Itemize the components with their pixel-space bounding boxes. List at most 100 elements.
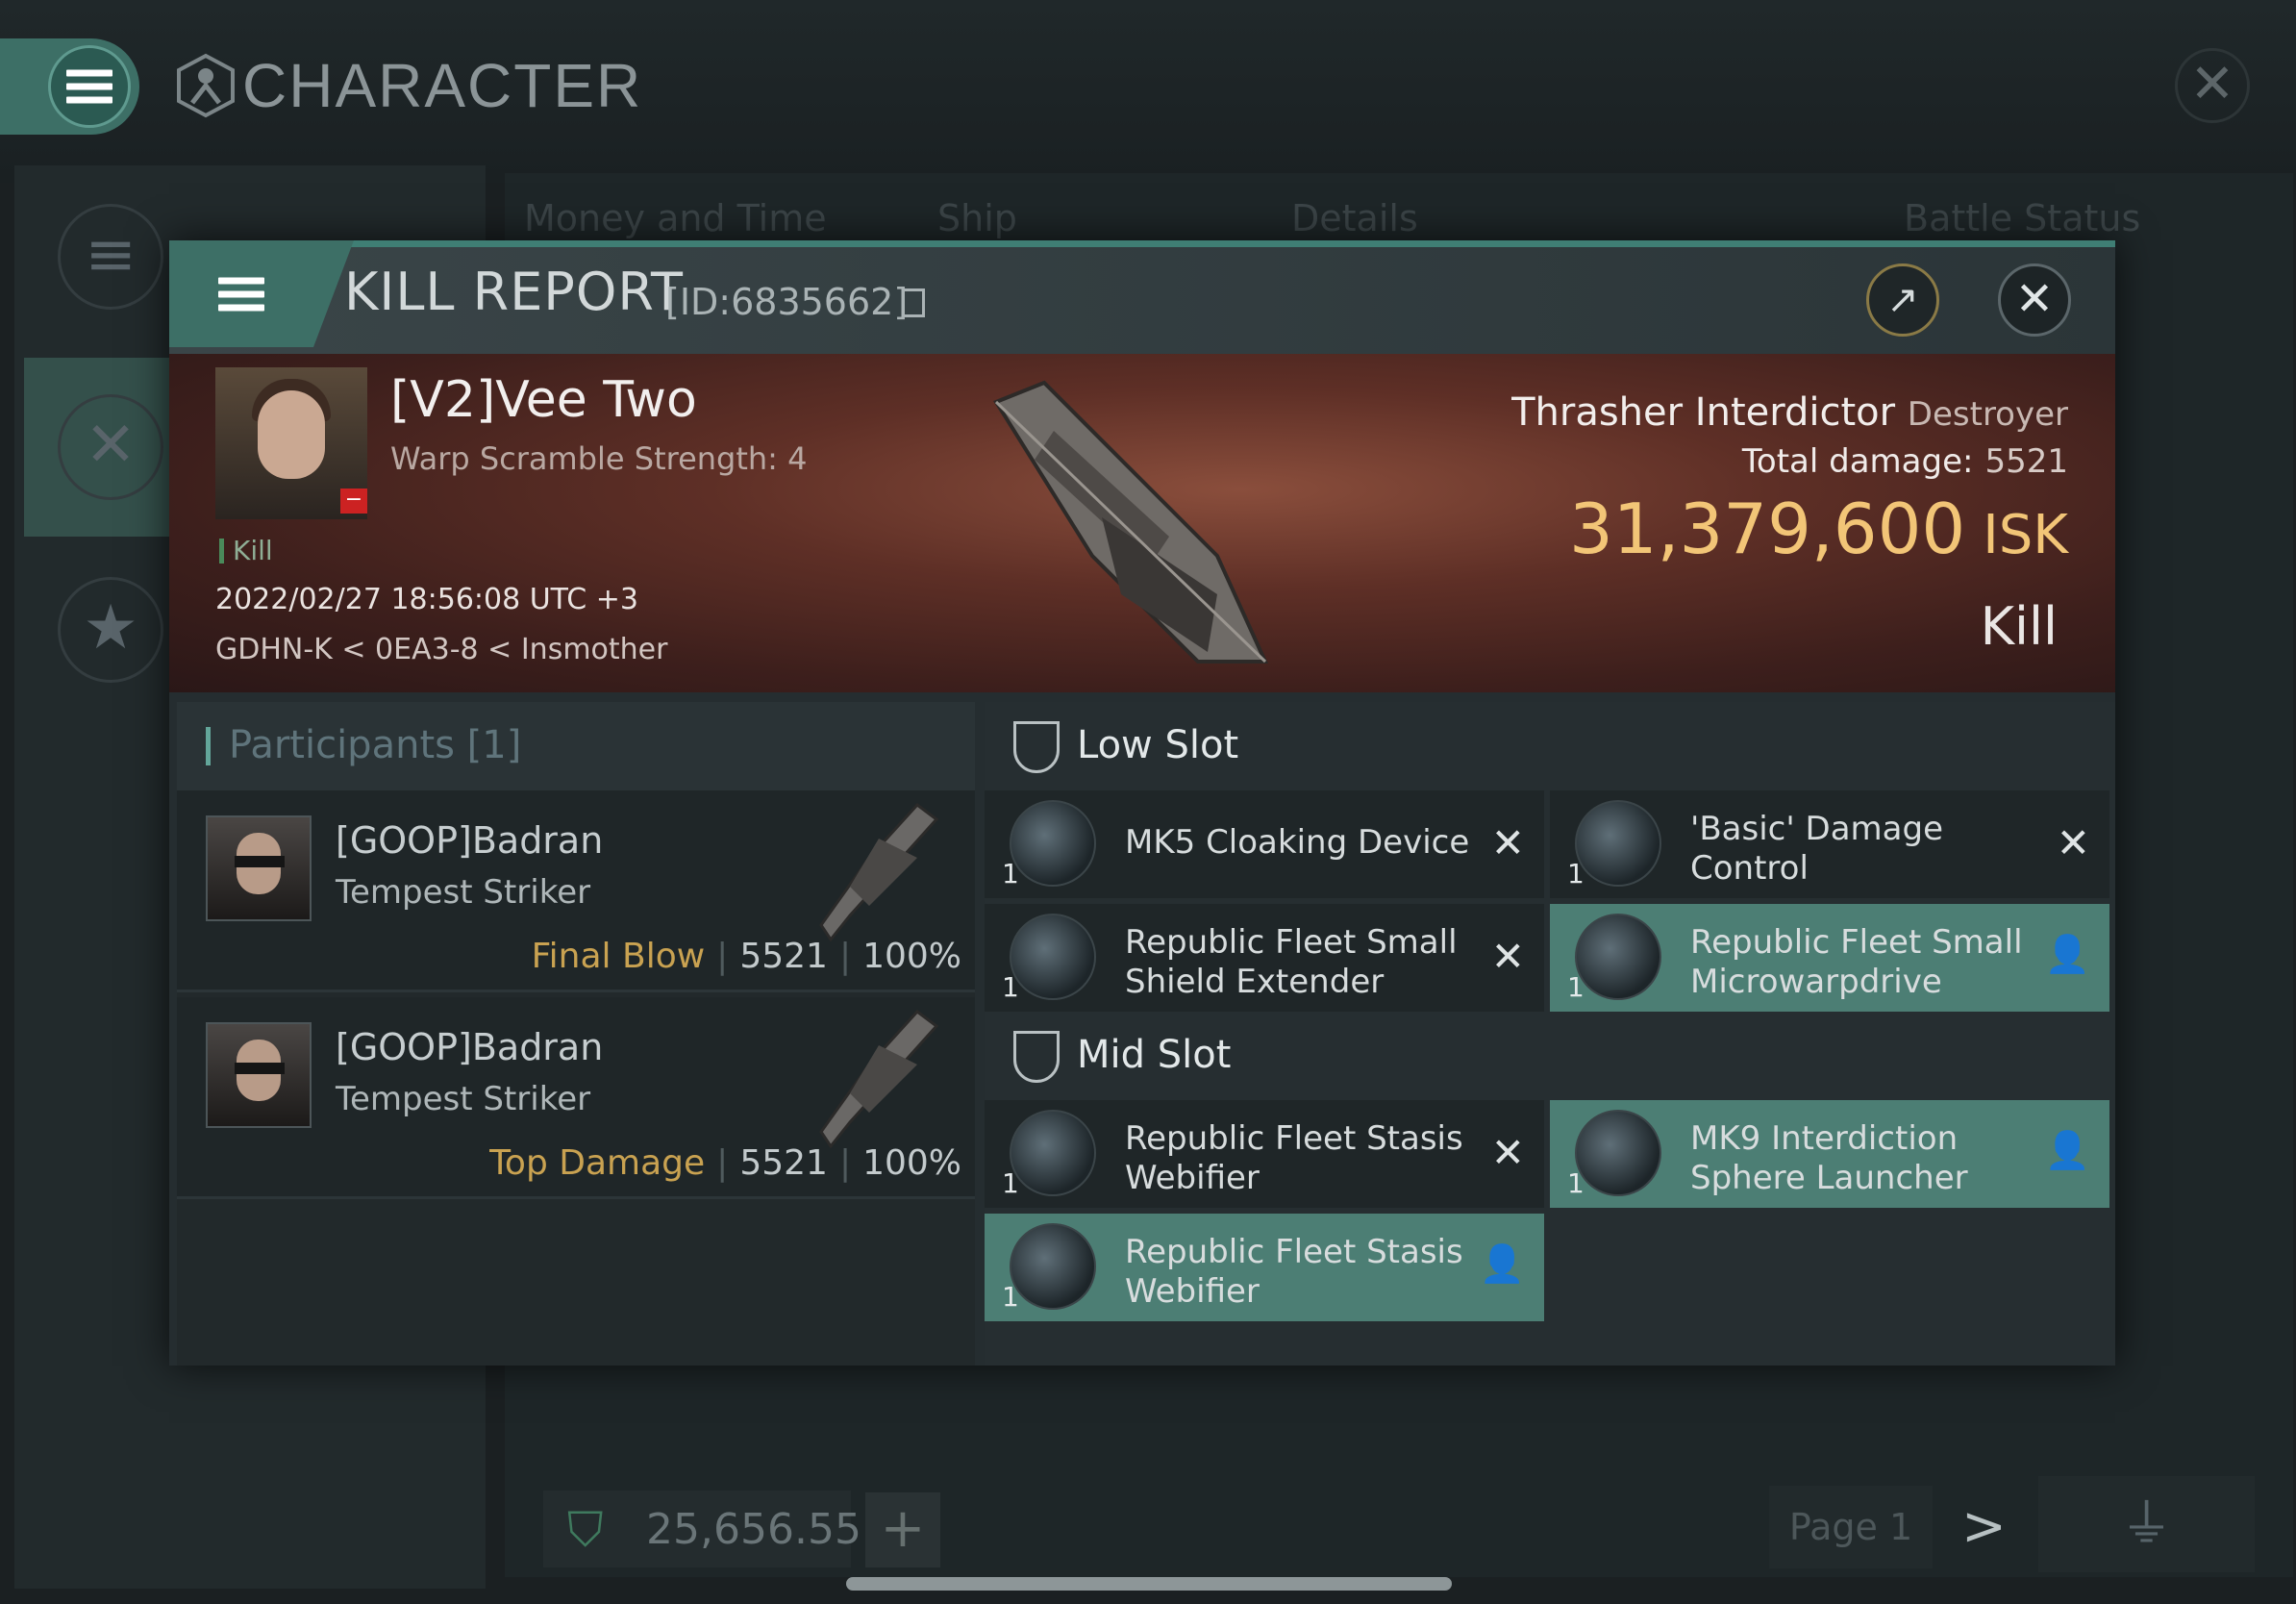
dropped-person-icon: 👤 [2044, 1129, 2090, 1171]
participant-ship-image [819, 802, 939, 942]
module-item[interactable]: 1 MK5 Cloaking Device ✕ [985, 790, 1544, 898]
window-close-button[interactable]: ✕ [2175, 48, 2250, 123]
mid-slot-label: Mid Slot [1077, 1033, 1232, 1077]
filter-button[interactable]: ⏚ [2038, 1476, 2255, 1572]
ship-name: Thrasher Interdictor [1511, 390, 1896, 435]
dialog-menu-button[interactable] [169, 240, 313, 347]
destroyed-icon: ✕ [1490, 933, 1525, 980]
destroyed-icon: ✕ [1490, 1129, 1525, 1176]
module-quantity: 1 [1002, 1167, 1019, 1199]
top-damage-tag: Top Damage [489, 1143, 706, 1183]
microwarpdrive-icon [1575, 914, 1661, 1000]
participant-damage: 5521 [739, 1143, 828, 1183]
module-item[interactable]: 1 Republic Fleet Stasis Webifier ✕ [985, 1100, 1544, 1208]
dropped-person-icon: 👤 [1479, 1242, 1525, 1285]
isk-balance: 25,656.55 [646, 1505, 861, 1554]
kill-location[interactable]: GDHN-K < 0EA3-8 < Insmother [215, 633, 667, 666]
kill-report-title: KILL REPORT [344, 262, 684, 322]
participant-ship: Tempest Striker [336, 873, 591, 912]
list-icon[interactable]: ≡ [58, 204, 163, 310]
cloaking-device-icon [1010, 800, 1096, 887]
tab-battle-status[interactable]: Battle Status [1904, 197, 2140, 239]
module-item[interactable]: 1 'Basic' Damage Control ✕ [1550, 790, 2109, 898]
participant-damage: 5521 [739, 937, 828, 976]
participants-title: Participants [1] [229, 723, 522, 767]
low-slot-icon [1013, 721, 1060, 773]
participant-row[interactable]: [GOOP]Badran Tempest Striker Final Blow |… [177, 790, 975, 992]
total-damage: Total damage: 5521 [1131, 442, 2068, 481]
module-item[interactable]: 1 Republic Fleet Stasis Webifier 👤 [985, 1214, 1544, 1321]
destroyed-icon: ✕ [1490, 819, 1525, 866]
module-name: MK9 Interdiction Sphere Launcher [1690, 1119, 1968, 1197]
page-indicator: Page 1 [1769, 1486, 1933, 1568]
total-damage-label: Total damage: [1741, 442, 1974, 481]
module-name: Republic Fleet Stasis Webifier [1125, 1233, 1463, 1311]
mid-slot-icon [1013, 1031, 1060, 1083]
interdiction-launcher-icon [1575, 1110, 1661, 1196]
kill-tag-bar [219, 539, 224, 564]
tab-details[interactable]: Details [1291, 197, 1418, 239]
participant-stats: Top Damage | 5521 | 100% [489, 1143, 961, 1183]
victim-name[interactable]: [V2]Vee Two [390, 371, 697, 429]
tab-ship[interactable]: Ship [937, 197, 1017, 239]
kill-result: Kill [1980, 596, 2058, 657]
final-blow-tag: Final Blow [531, 937, 706, 976]
fitting-panel: Low Slot 1 MK5 Cloaking Device ✕ 1 'Basi… [985, 702, 2115, 1366]
victim-subtitle: Warp Scramble Strength: 4 [390, 440, 808, 477]
module-item[interactable]: 1 MK9 Interdiction Sphere Launcher 👤 [1550, 1100, 2109, 1208]
ship-class: Destroyer [1907, 395, 2068, 434]
module-quantity: 1 [1567, 971, 1585, 1003]
stasis-webifier-icon [1010, 1223, 1096, 1310]
participant-percent: 100% [862, 937, 961, 976]
mid-slot-header: Mid Slot [985, 1012, 2115, 1100]
participant-portrait [206, 815, 312, 921]
module-quantity: 1 [1002, 971, 1019, 1003]
home-indicator[interactable] [846, 1577, 1452, 1591]
kill-report-id: [ID:6835662] [665, 281, 909, 323]
module-name: MK5 Cloaking Device [1125, 823, 1470, 862]
victim-banner: − [V2]Vee Two Warp Scramble Strength: 4 … [169, 354, 2115, 692]
tab-money-and-time[interactable]: Money and Time [524, 197, 827, 239]
module-item[interactable]: 1 Republic Fleet Small Shield Extender ✕ [985, 904, 1544, 1012]
damage-control-icon [1575, 800, 1661, 887]
participants-panel: Participants [1] [GOOP]Badran Tempest St… [177, 702, 975, 1366]
isk-amount: 31,379,600 [1568, 489, 1966, 569]
participants-accent-bar [206, 727, 211, 765]
isk-value: 31,379,600 ISK [1131, 489, 2068, 569]
main-menu-button[interactable] [48, 45, 131, 128]
crossed-swords-icon[interactable]: ✕ [58, 394, 163, 500]
module-name: 'Basic' Damage Control [1690, 810, 1943, 888]
share-button[interactable]: ↗ [1866, 263, 1939, 337]
participant-portrait [206, 1022, 312, 1128]
module-item[interactable]: 1 Republic Fleet Small Microwarpdrive 👤 [1550, 904, 2109, 1012]
copy-icon[interactable] [902, 288, 925, 317]
victim-portrait-face [258, 390, 325, 479]
ship-type: Thrasher Interdictor Destroyer [1131, 390, 2068, 435]
module-quantity: 1 [1002, 1281, 1019, 1313]
participant-percent: 100% [862, 1143, 961, 1183]
total-damage-value: 5521 [1984, 442, 2068, 481]
module-quantity: 1 [1567, 858, 1585, 890]
isk-unit: ISK [1983, 504, 2068, 566]
hamburger-icon [218, 270, 264, 317]
character-icon [177, 53, 235, 118]
window-title: CHARACTER [242, 51, 643, 120]
participant-ship-image [819, 1009, 939, 1149]
star-badge-icon[interactable]: ★ [58, 577, 163, 683]
low-slot-label: Low Slot [1077, 723, 1239, 767]
minus-badge-icon: − [340, 489, 367, 514]
participant-row[interactable]: [GOOP]Badran Tempest Striker Top Damage |… [177, 997, 975, 1199]
participant-ship: Tempest Striker [336, 1080, 591, 1118]
participant-name: [GOOP]Badran [336, 819, 604, 862]
module-quantity: 1 [1002, 858, 1019, 890]
add-isk-button[interactable]: + [865, 1492, 940, 1567]
participant-stats: Final Blow | 5521 | 100% [531, 937, 961, 976]
stasis-webifier-icon [1010, 1110, 1096, 1196]
isk-icon: ⛉ [567, 1502, 604, 1558]
dropped-person-icon: 👤 [2044, 933, 2090, 975]
module-quantity: 1 [1567, 1167, 1585, 1199]
module-name: Republic Fleet Small Shield Extender [1125, 923, 1458, 1001]
close-button[interactable]: ✕ [1998, 263, 2071, 337]
kill-tag: Kill [233, 535, 273, 566]
next-page-button[interactable]: > [1961, 1495, 2007, 1558]
